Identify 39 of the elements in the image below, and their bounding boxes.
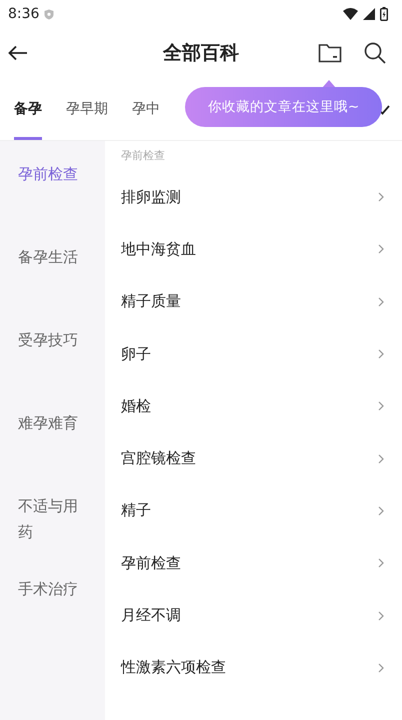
list-item[interactable]: 地中海贫血 <box>121 223 402 276</box>
list-item[interactable]: 婚检 <box>121 380 402 432</box>
search-icon[interactable] <box>364 42 386 64</box>
section-title: 孕前检查 <box>121 148 166 164</box>
chevron-icon <box>378 506 384 516</box>
battery-icon <box>380 7 388 21</box>
list-item[interactable]: 排卵监测 <box>121 171 402 224</box>
list-item[interactable]: 宫腔镜检查 <box>121 432 402 485</box>
check-icon[interactable] <box>378 105 390 115</box>
chevron-icon <box>378 401 384 412</box>
sidebar-item[interactable]: 备孕生活 <box>0 244 105 327</box>
page-title: 全部百科 <box>163 41 239 66</box>
chevron-icon <box>378 244 384 254</box>
tab[interactable]: 孕早期 <box>66 78 108 140</box>
back-icon[interactable] <box>8 45 28 61</box>
sidebar-item[interactable]: 手术治疗 <box>0 576 105 659</box>
chevron-icon <box>378 662 384 673</box>
sidebar-item[interactable]: 不适与用药 <box>0 493 105 576</box>
tooltip: 你收藏的文章在这里哦~ <box>185 87 382 127</box>
wifi-icon <box>343 8 358 20</box>
list-item[interactable]: 性激素六项检查 <box>121 642 402 694</box>
list-item[interactable]: 孕前检查 <box>121 537 402 590</box>
chevron-icon <box>378 610 384 621</box>
chevron-icon <box>378 558 384 568</box>
chevron-icon <box>378 454 384 464</box>
tab[interactable]: 孕中 <box>132 78 160 140</box>
sidebar-item[interactable]: 受孕技巧 <box>0 327 105 410</box>
list-item[interactable]: 精子质量 <box>121 276 402 328</box>
folder-icon[interactable] <box>318 43 342 63</box>
sidebar-item[interactable]: 难孕难育 <box>0 410 105 493</box>
chevron-icon <box>378 349 384 360</box>
shield-icon <box>44 8 54 20</box>
chevron-icon <box>378 192 384 202</box>
signal-icon <box>363 8 375 20</box>
list-item[interactable]: 精子 <box>121 484 402 538</box>
status-time: 8:36 <box>8 6 40 22</box>
chevron-icon <box>378 296 384 307</box>
list-item[interactable]: 卵子 <box>121 328 402 380</box>
list-item[interactable]: 月经不调 <box>121 589 402 642</box>
